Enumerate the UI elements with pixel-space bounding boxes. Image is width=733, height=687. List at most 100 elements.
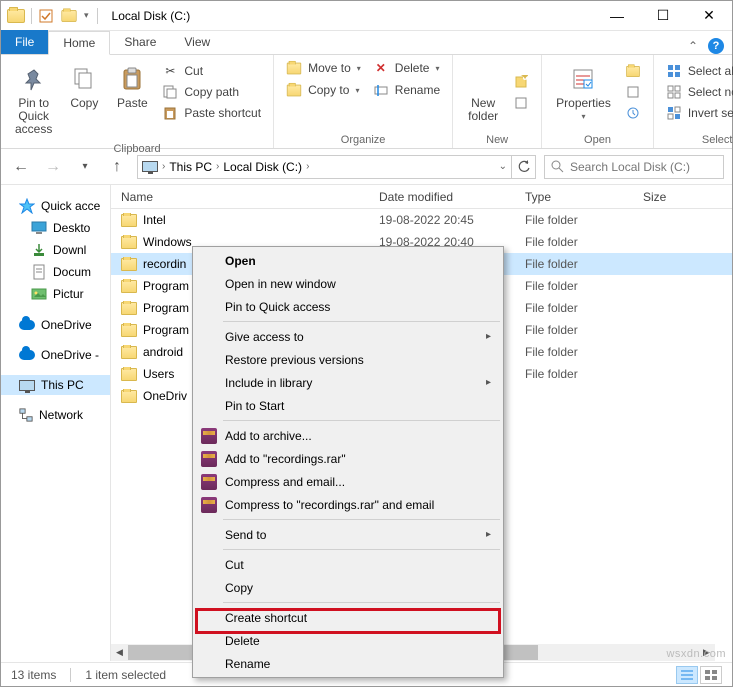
row-date: 19-08-2022 20:45 [369,213,515,227]
cm-giveaccess[interactable]: Give access to [195,325,501,348]
pasteshortcut-button[interactable]: Paste shortcut [158,104,265,122]
breadcrumb-thispc[interactable]: This PC [169,160,212,174]
copy-button[interactable]: Copy [62,59,106,114]
cm-open[interactable]: Open [195,249,501,272]
maximize-button[interactable]: ☐ [640,1,686,31]
rar-icon [200,427,218,445]
col-type[interactable]: Type [515,190,633,204]
row-name: Intel [143,213,166,227]
cm-newwindow[interactable]: Open in new window [195,272,501,295]
cm-shortcut[interactable]: Create shortcut [195,606,501,629]
cm-addrar[interactable]: Add to "recordings.rar" [195,447,501,470]
cm-sendto[interactable]: Send to [195,523,501,546]
invert-icon [666,105,682,121]
recent-dropdown[interactable]: ▾ [73,155,97,179]
pasteshortcut-icon [162,105,178,121]
newfolder-button[interactable]: New folder [461,59,505,127]
nav-downloads[interactable]: Downl [1,239,110,261]
cm-include[interactable]: Include in library [195,371,501,394]
delete-x-icon: ✕ [373,60,389,76]
checkbox-icon[interactable] [38,8,54,24]
cm-addarchive[interactable]: Add to archive... [195,424,501,447]
row-name: Windows [143,235,192,249]
nav-network[interactable]: Network [1,405,110,425]
scissors-icon: ✂ [162,63,178,79]
nav-thispc[interactable]: This PC [1,375,110,395]
monitor-icon [19,380,35,391]
back-button[interactable]: ← [9,155,33,179]
cm-separator [223,602,500,603]
copyto-button[interactable]: Copy to▾ [282,81,365,99]
breadcrumb-localdisk[interactable]: Local Disk (C:) [223,160,302,174]
nav-documents[interactable]: Docum [1,261,110,283]
nav-pictures[interactable]: Pictur [1,283,110,305]
properties-button[interactable]: Properties ▾ [550,59,617,125]
status-item-count: 13 items [11,668,56,682]
up-button[interactable]: ↑ [105,155,129,179]
cm-rename[interactable]: Rename [195,652,501,675]
cut-button[interactable]: ✂Cut [158,62,265,80]
cm-separator [223,420,500,421]
organize-group-label: Organize [282,132,444,146]
qat-dropdown-icon[interactable]: ▾ [84,10,89,21]
col-name[interactable]: Name [111,190,369,204]
cm-copy[interactable]: Copy [195,576,501,599]
row-name: recordin [143,257,186,271]
cm-compressemail[interactable]: Compress and email... [195,470,501,493]
scroll-left-icon[interactable]: ◀ [111,644,128,661]
open-button[interactable] [621,62,645,80]
history-button[interactable] [621,104,645,122]
file-tab[interactable]: File [1,30,48,54]
search-input[interactable]: Search Local Disk (C:) [544,155,724,179]
details-view-button[interactable] [676,666,698,684]
close-button[interactable]: ✕ [686,1,732,31]
chevron-right-icon[interactable]: › [306,161,309,172]
nav-desktop[interactable]: Deskto [1,217,110,239]
selectnone-button[interactable]: Select none [662,83,733,101]
network-icon [19,408,33,422]
document-icon [31,264,47,280]
copypath-icon [162,84,178,100]
view-tab[interactable]: View [170,30,224,54]
nav-quickaccess[interactable]: Quick acce [1,195,110,217]
cm-compressraremail[interactable]: Compress to "recordings.rar" and email [195,493,501,516]
cm-restore[interactable]: Restore previous versions [195,348,501,371]
moveto-button[interactable]: Move to▾ [282,59,365,77]
nav-onedrive2[interactable]: OneDrive - [1,345,110,365]
cm-pinquick[interactable]: Pin to Quick access [195,295,501,318]
edit-button[interactable] [621,83,645,101]
breadcrumb[interactable]: › This PC › Local Disk (C:) › ⌄ [137,155,512,179]
copypath-button[interactable]: Copy path [158,83,265,101]
chevron-right-icon[interactable]: › [216,161,219,172]
chevron-down-icon[interactable]: ⌄ [499,161,507,172]
selectall-button[interactable]: Select all [662,62,733,80]
rename-button[interactable]: Rename [369,81,444,99]
col-size[interactable]: Size [633,190,732,204]
table-row[interactable]: Intel19-08-2022 20:45File folder [111,209,732,231]
chevron-right-icon[interactable]: › [162,161,165,172]
cm-pinstart[interactable]: Pin to Start [195,394,501,417]
minimize-button[interactable]: — [594,1,640,31]
collapse-ribbon-icon[interactable]: ⌃ [688,39,698,53]
delete-button[interactable]: ✕Delete▾ [369,59,444,77]
forward-button[interactable]: → [41,155,65,179]
row-name: Program [143,301,189,315]
folder-icon[interactable] [61,10,76,22]
cm-cut[interactable]: Cut [195,553,501,576]
thumbnails-view-button[interactable] [700,666,722,684]
easyaccess-button[interactable] [509,94,533,112]
nav-onedrive[interactable]: OneDrive [1,315,110,335]
cm-delete[interactable]: Delete [195,629,501,652]
share-tab[interactable]: Share [110,30,170,54]
home-tab[interactable]: Home [48,31,110,55]
col-date[interactable]: Date modified [369,190,515,204]
newitem-button[interactable]: ✦ [509,73,533,91]
folder-icon [121,324,137,337]
invertselection-button[interactable]: Invert selection [662,104,733,122]
row-type: File folder [515,257,633,271]
help-icon[interactable]: ? [708,38,724,54]
paste-button[interactable]: Paste [110,59,154,114]
newfolder-icon [467,63,499,95]
pin-quickaccess-button[interactable]: Pin to Quick access [9,59,58,141]
refresh-button[interactable] [512,155,536,179]
